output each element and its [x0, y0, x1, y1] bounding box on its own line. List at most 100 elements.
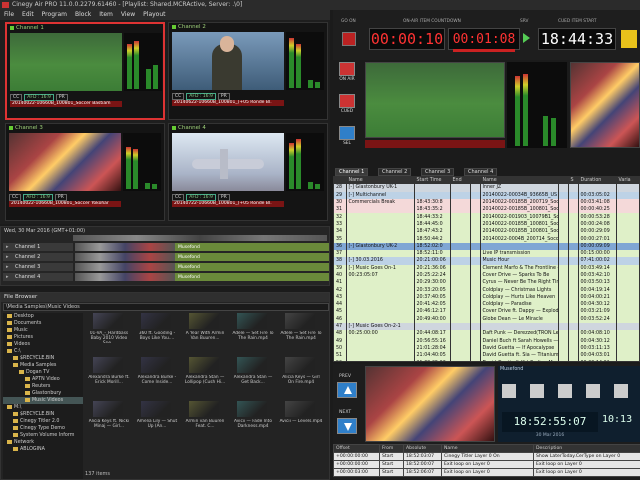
cg-button[interactable] [558, 384, 572, 398]
media-thumbnail[interactable]: 01-VA_-_Hardbass Baby 2010 Video Spe... [87, 313, 131, 349]
media-thumbnail[interactable]: Armin van Buuren Feat. C... [183, 401, 227, 437]
timeline-ruler[interactable] [73, 235, 327, 241]
playlist-row[interactable]: 36 [-] Glastonbury UK-2 18:52:02:0 00:00:09… [334, 242, 639, 250]
prev-button[interactable] [337, 382, 357, 398]
timeline-row[interactable]: Channel 4 Musefond [3, 273, 329, 281]
playlist-row[interactable]: 34 18:47:43:2 20140022-00185B_100801_Socce… [334, 228, 639, 236]
tree-item[interactable]: System Volume Inform [3, 432, 83, 439]
tree-item[interactable]: Pictures [3, 334, 83, 341]
log-column-header[interactable]: From [379, 444, 404, 453]
tree-item[interactable]: Glastonbury [3, 390, 83, 397]
tree-item[interactable]: APTN Video [3, 376, 83, 383]
media-thumbnail[interactable]: Adele — Set Fire To The Rain.mp4 [231, 313, 275, 349]
menu-block[interactable]: Block [71, 10, 95, 20]
playlist-row[interactable]: 48 00:25:00:00 20:44:08:17 Daft Punk — Dere… [334, 330, 639, 338]
log-column-header[interactable]: Name [441, 444, 534, 453]
tree-item[interactable]: C:\ [3, 348, 83, 355]
playlist-grid[interactable]: Name Start Time End Name S Duration Varia 28 [-… [333, 176, 640, 362]
media-thumbnail[interactable]: Adele — Set Fire To The Rain.mp4 [279, 313, 323, 349]
playlist-row[interactable]: 45 20:46:12:17 Cover Drive ft. Dappy — Exp… [334, 308, 639, 316]
media-thumbnail[interactable]: Alexandra Stan — Lollipop (Cush Hi... [183, 357, 227, 393]
on-air-button[interactable]: ON AIR [337, 62, 357, 84]
playlist-row[interactable]: 33 18:44:45:0 20140022-00185B_100801_Socce… [334, 220, 639, 229]
media-thumbnail[interactable]: Alicia Keys ft. Nicki Minaj — Girl... [87, 401, 131, 437]
channel-1-monitor[interactable]: Channel 1 CC AFD : 16:9 PR 20140022-10660B… [5, 22, 165, 120]
tree-item[interactable]: Cinegy Type Demo [3, 425, 83, 432]
timeline-row[interactable]: Channel 1 Musefond [3, 243, 329, 251]
tab-channel-4[interactable]: Channel 4 [464, 168, 498, 176]
playlist-row[interactable]: 52 21:09:25:03 David Guetta ft Kid Cudi — … [334, 359, 639, 361]
power-icon[interactable] [614, 384, 628, 398]
playlist-row[interactable]: 35 18:50:44:2 20140022-0004B_200714_Soccer… [334, 235, 639, 243]
playlist-row[interactable]: 29 [-] Multichannel 20140022-00034B_93665B… [334, 191, 639, 199]
media-thumbnail[interactable]: 360 ft. Gooding - Boys Like You.... [135, 313, 179, 349]
go-on-button[interactable] [342, 32, 356, 46]
sel-button[interactable]: SEL [337, 126, 357, 148]
path-field[interactable]: \Media Samples\Music Videos [3, 303, 329, 311]
tree-item[interactable]: ABLOGINA [3, 446, 83, 453]
cg-button[interactable] [586, 384, 600, 398]
media-thumbnail[interactable]: Amelia Lily — Shut Up (An... [135, 401, 179, 437]
tree-item[interactable]: Cinegy Titler 2.0 [3, 418, 83, 425]
playlist-column-header[interactable]: Name [480, 177, 559, 185]
playlist-row[interactable]: 46 20:49:40:00 Globe Dean — Le Miracle 00:0… [334, 315, 639, 323]
tab-channel-2[interactable]: Channel 2 [378, 168, 412, 176]
media-thumbnail[interactable]: Avicii — Fade Into Darkness.mp4 [231, 401, 275, 437]
channel-3-monitor[interactable]: Channel 3 CC AFD : 16:9 PR 20140022-10660B… [5, 123, 165, 221]
menu-file[interactable]: File [0, 10, 18, 20]
menu-program[interactable]: Program [38, 10, 71, 20]
playlist-row[interactable]: 38 [-] 30.03.2016 20:21:00:06 Music Hour 07:… [334, 257, 639, 265]
playlist-column-header[interactable]: Name [346, 177, 415, 185]
tree-item[interactable]: Reuters [3, 383, 83, 390]
tree-item[interactable]: Dogan TV [3, 369, 83, 376]
playlist-row[interactable]: 47 [-] Music Goes On-2-1 [334, 322, 639, 331]
playlist-column-header[interactable] [334, 177, 347, 185]
media-thumbnail[interactable]: Alicia Keys — Girl On Fire.mp4 [279, 357, 323, 393]
log-row[interactable]: +00:00:03:00 Start 18:52:06:07 Exit loop on… [333, 468, 640, 477]
media-thumbnail[interactable]: Alexandra Stan — Get Back... [231, 357, 275, 393]
log-row[interactable]: +00:00:00:00 Start 18:52:00:07 Exit loop on… [333, 460, 640, 469]
playlist-row[interactable]: 37 18:52:11:0 Live IP transmission 00:15:00… [334, 249, 639, 258]
timeline-row[interactable]: Channel 2 Musefond [3, 253, 329, 261]
playlist-row[interactable]: 30 Commercials Break 18:43:30:8 20140022-00… [334, 198, 639, 207]
menu-edit[interactable]: Edit [18, 10, 38, 20]
tree-item[interactable]: Desktop [3, 313, 83, 320]
cued-button[interactable]: CUED [337, 94, 357, 116]
playlist-row[interactable]: 40 00:23:05:07 20:25:22:24 Cover Drive — Sp… [334, 271, 639, 280]
tree-item[interactable]: $RECYCLE.BIN [3, 355, 83, 362]
tree-item[interactable]: Media Samples [3, 362, 83, 369]
tab-channel-1[interactable]: Channel 1 [335, 168, 369, 176]
events-log[interactable]: Offset From Absolute Name Description +00:00… [333, 444, 640, 480]
media-thumbnail[interactable]: Alexandra Burke - Come Inside... [135, 357, 179, 393]
playlist-row[interactable]: 44 20:41:42:05 Coldplay — Paradise 00:04:30… [334, 301, 639, 309]
playlist-column-header[interactable]: S [568, 177, 579, 185]
playlist-row[interactable]: 42 20:33:20:05 Coldplay — Christmas Lights… [334, 286, 639, 294]
playlist-column-header[interactable]: Start Time [414, 177, 451, 185]
menu-view[interactable]: View [117, 10, 139, 20]
playlist-row[interactable]: 28 [-] Glastonbury UK-1 Inner JZ [334, 184, 639, 192]
timeline-row[interactable]: Channel 3 Musefond [3, 263, 329, 271]
clock-icon[interactable] [530, 384, 544, 398]
log-row[interactable]: +00:00:00:00 Start 18:52:03:07 Cinegy Title… [333, 452, 640, 461]
cg-button[interactable] [502, 384, 516, 398]
playlist-column-header[interactable] [558, 177, 569, 185]
log-column-header[interactable]: Absolute [403, 444, 442, 453]
playlist-column-header[interactable] [470, 177, 481, 185]
tree-item[interactable]: Videos [3, 341, 83, 348]
channel-4-monitor[interactable]: Channel 4 CC AFD : 16:9 PR 20140722-10660B… [168, 123, 328, 221]
playlist-column-header[interactable]: Duration [578, 177, 617, 185]
channel-2-monitor[interactable]: Channel 2 CC AFD : 16:9 PR 20140622-10660B… [168, 22, 328, 120]
tab-channel-3[interactable]: Channel 3 [421, 168, 455, 176]
log-column-header[interactable]: Offset [333, 444, 380, 453]
tree-item[interactable]: Network [3, 439, 83, 446]
tree-item[interactable]: $RECYCLE.BIN [3, 411, 83, 418]
tree-item[interactable]: M:\ [3, 404, 83, 411]
playlist-row[interactable]: 50 21:01:28:04 David Guetta — If Apocalyps… [334, 344, 639, 353]
playlist-column-header[interactable]: Varia [616, 177, 639, 185]
menu-playout[interactable]: Playout [139, 10, 169, 20]
tree-item[interactable]: Documents [3, 320, 83, 327]
playlist-row[interactable]: 41 20:29:30:00 Cyrus — Never Be The Right … [334, 279, 639, 287]
playlist-row[interactable]: 32 18:44:33:2 20140022-001903_10079B1_Socc… [334, 213, 639, 221]
media-thumbnail[interactable]: A Year With Armin Van Buuren... [183, 313, 227, 349]
playlist-column-header[interactable]: End [450, 177, 471, 185]
